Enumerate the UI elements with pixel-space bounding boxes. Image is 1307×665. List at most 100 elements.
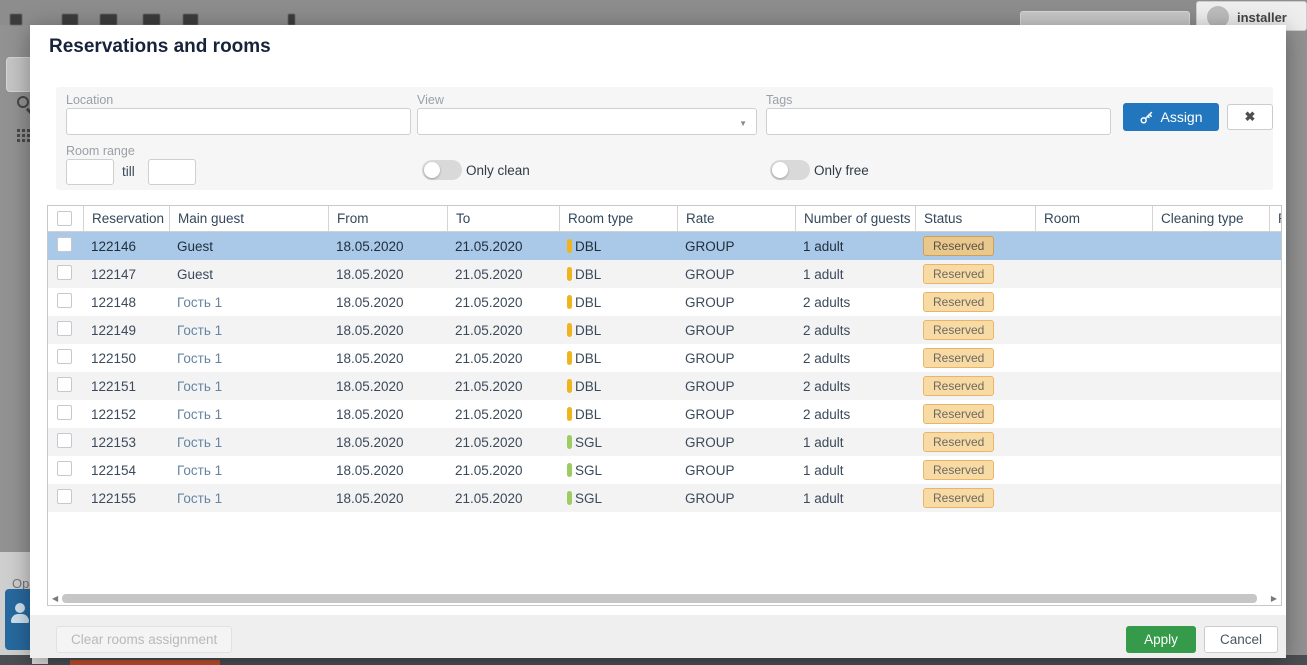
horizontal-scrollbar[interactable] — [62, 594, 1257, 603]
room-type-marker — [567, 379, 572, 393]
reservation-number: 122150 — [83, 351, 169, 366]
row-checkbox[interactable] — [57, 405, 72, 420]
main-guest[interactable]: Гость 1 — [169, 435, 328, 450]
date-to: 21.05.2020 — [447, 379, 559, 394]
room-type-label: DBL — [575, 379, 601, 394]
location-input[interactable] — [66, 108, 411, 135]
status-badge: Reserved — [923, 348, 994, 368]
column-header[interactable]: Ro — [1269, 206, 1282, 231]
status: Reserved — [915, 320, 1035, 340]
number-of-guests: 2 adults — [795, 351, 915, 366]
main-guest[interactable]: Гость 1 — [169, 323, 328, 338]
row-checkbox[interactable] — [57, 433, 72, 448]
main-guest: Guest — [169, 267, 328, 282]
column-header[interactable]: Room type — [559, 206, 677, 231]
assign-button-label: Assign — [1160, 109, 1202, 125]
column-header[interactable]: Main guest — [169, 206, 328, 231]
room-type-label: SGL — [575, 463, 602, 478]
apply-button[interactable]: Apply — [1126, 626, 1196, 653]
close-icon: ✖ — [1245, 109, 1256, 124]
scroll-right-arrow[interactable]: ▶ — [1271, 594, 1277, 603]
row-checkbox[interactable] — [57, 293, 72, 308]
room-type-label: DBL — [575, 267, 601, 282]
reservation-number: 122146 — [83, 239, 169, 254]
table-row[interactable]: 122149Гость 118.05.202021.05.2020DBLGROU… — [48, 316, 1281, 344]
main-guest[interactable]: Гость 1 — [169, 295, 328, 310]
row-checkbox[interactable] — [57, 349, 72, 364]
background-menu-fragment — [143, 14, 160, 25]
room-range-from-input[interactable] — [66, 159, 114, 185]
only-free-toggle[interactable] — [770, 160, 810, 180]
column-header[interactable]: Cleaning type — [1152, 206, 1269, 231]
row-checkbox[interactable] — [57, 237, 72, 252]
table-row[interactable]: 122150Гость 118.05.202021.05.2020DBLGROU… — [48, 344, 1281, 372]
reservation-number: 122149 — [83, 323, 169, 338]
background-menu-fragment — [62, 14, 78, 25]
room-type: DBL — [559, 351, 677, 366]
number-of-guests: 1 adult — [795, 239, 915, 254]
row-checkbox[interactable] — [57, 377, 72, 392]
row-checkbox[interactable] — [57, 489, 72, 504]
number-of-guests: 2 adults — [795, 407, 915, 422]
dialog-title: Reservations and rooms — [49, 36, 271, 58]
room-type-marker — [567, 323, 572, 337]
view-select[interactable]: ▼ — [417, 108, 757, 135]
till-label: till — [122, 164, 135, 179]
status-badge: Reserved — [923, 292, 994, 312]
status-badge: Reserved — [923, 404, 994, 424]
table-row[interactable]: 122152Гость 118.05.202021.05.2020DBLGROU… — [48, 400, 1281, 428]
room-range-till-input[interactable] — [148, 159, 196, 185]
date-from: 18.05.2020 — [328, 463, 447, 478]
table-row[interactable]: 122148Гость 118.05.202021.05.2020DBLGROU… — [48, 288, 1281, 316]
tags-label: Tags — [766, 93, 792, 107]
only-clean-toggle[interactable] — [422, 160, 462, 180]
column-header[interactable]: Number of guests — [795, 206, 915, 231]
column-header[interactable]: To — [447, 206, 559, 231]
table-row[interactable]: 122155Гость 118.05.202021.05.2020SGLGROU… — [48, 484, 1281, 512]
room-type-marker — [567, 267, 572, 281]
assign-button[interactable]: Assign — [1123, 103, 1219, 131]
row-checkbox[interactable] — [57, 321, 72, 336]
room-type: DBL — [559, 379, 677, 394]
column-header[interactable]: From — [328, 206, 447, 231]
table-row[interactable]: 122153Гость 118.05.202021.05.2020SGLGROU… — [48, 428, 1281, 456]
tags-input[interactable] — [766, 108, 1111, 135]
table-row[interactable]: 122146Guest18.05.202021.05.2020DBLGROUP1… — [48, 232, 1281, 260]
table-row[interactable]: 122151Гость 118.05.202021.05.2020DBLGROU… — [48, 372, 1281, 400]
reservation-number: 122154 — [83, 463, 169, 478]
status-badge: Reserved — [923, 488, 994, 508]
room-type: SGL — [559, 463, 677, 478]
clear-rooms-assignment-button[interactable]: Clear rooms assignment — [56, 626, 232, 653]
room-type-label: DBL — [575, 323, 601, 338]
room-type-label: DBL — [575, 351, 601, 366]
status-badge: Reserved — [923, 460, 994, 480]
table-row[interactable]: 122147Guest18.05.202021.05.2020DBLGROUP1… — [48, 260, 1281, 288]
grid-menu-icon — [17, 129, 20, 132]
background-menu-fragment — [10, 14, 22, 25]
column-header[interactable]: Room — [1035, 206, 1152, 231]
status-badge: Reserved — [923, 236, 994, 256]
main-guest[interactable]: Гость 1 — [169, 407, 328, 422]
row-checkbox[interactable] — [57, 461, 72, 476]
rate: GROUP — [677, 239, 795, 254]
column-header[interactable]: Rate — [677, 206, 795, 231]
main-guest[interactable]: Гость 1 — [169, 463, 328, 478]
close-dialog-button[interactable]: ✖ — [1227, 104, 1273, 130]
room-type: DBL — [559, 407, 677, 422]
main-guest[interactable]: Гость 1 — [169, 351, 328, 366]
date-to: 21.05.2020 — [447, 351, 559, 366]
table-row[interactable]: 122154Гость 118.05.202021.05.2020SGLGROU… — [48, 456, 1281, 484]
row-checkbox[interactable] — [57, 265, 72, 280]
date-to: 21.05.2020 — [447, 491, 559, 506]
column-header[interactable]: Status — [915, 206, 1035, 231]
room-type-marker — [567, 407, 572, 421]
scroll-left-arrow[interactable]: ◀ — [52, 594, 58, 603]
column-header[interactable]: Reservation — [83, 206, 169, 231]
room-type: SGL — [559, 491, 677, 506]
main-guest[interactable]: Гость 1 — [169, 491, 328, 506]
status: Reserved — [915, 432, 1035, 452]
rate: GROUP — [677, 267, 795, 282]
cancel-button[interactable]: Cancel — [1204, 626, 1278, 653]
main-guest[interactable]: Гость 1 — [169, 379, 328, 394]
select-all-checkbox[interactable] — [57, 211, 72, 226]
